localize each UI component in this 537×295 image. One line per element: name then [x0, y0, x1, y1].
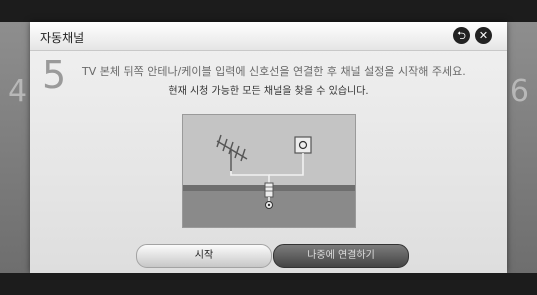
dialog-title: 자동채널	[40, 31, 85, 45]
close-icon[interactable]: ✕	[475, 27, 492, 44]
cable-connector-icon	[264, 182, 274, 198]
instruction-subtext: 현재 시청 가능한 모든 채널을 찾을 수 있습니다.	[168, 86, 369, 97]
connection-illustration	[182, 114, 356, 228]
instruction-text: TV 본체 뒤쪽 안테나/케이블 입력에 신호선을 연결한 후 채널 설정을 시…	[82, 65, 466, 78]
top-letterbox	[0, 0, 537, 22]
back-arrow-icon[interactable]: ⮌	[453, 27, 470, 44]
previous-step-number: 4	[8, 74, 28, 109]
start-button[interactable]: 시작	[136, 244, 272, 268]
bottom-letterbox	[0, 273, 537, 295]
dialog-header: 자동채널 ⮌ ✕	[30, 22, 507, 51]
next-step-number: 6	[509, 74, 529, 109]
connect-later-button[interactable]: 나중에 연결하기	[273, 244, 409, 268]
antenna-cable-diagram	[183, 115, 355, 227]
auto-channel-dialog: 자동채널 ⮌ ✕ 5 TV 본체 뒤쪽 안테나/케이블 입력에 신호선을 연결한…	[30, 22, 507, 273]
wall-outlet-icon	[294, 136, 312, 154]
